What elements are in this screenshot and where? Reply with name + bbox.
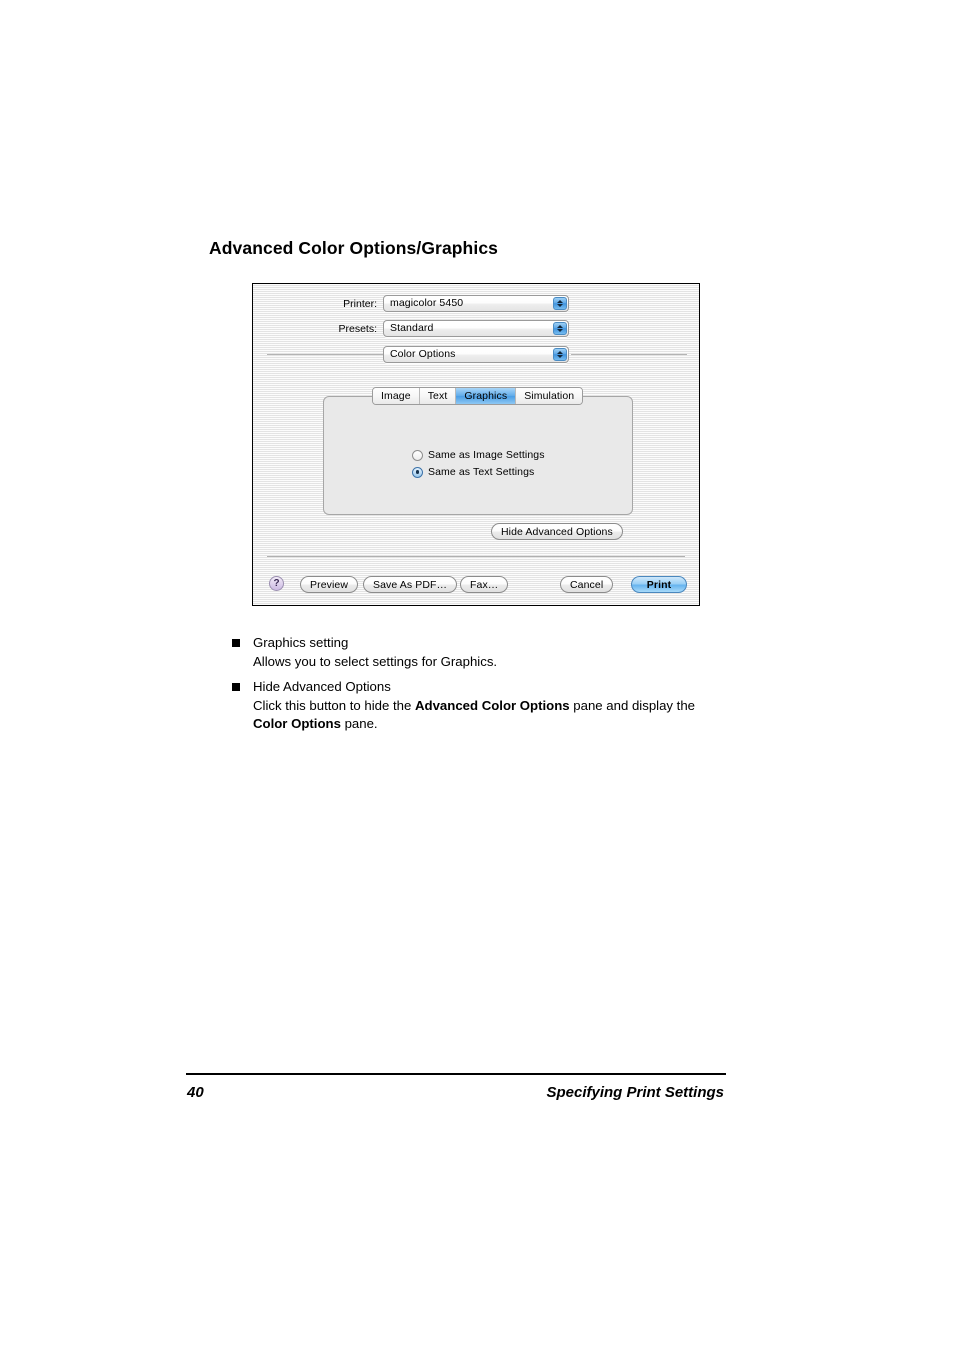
- tab-simulation[interactable]: Simulation: [516, 388, 583, 404]
- footer-separator: [267, 556, 685, 557]
- tab-panel: Same as Image Settings Same as Text Sett…: [323, 396, 633, 515]
- radio-label-same-as-text-settings: Same as Text Settings: [428, 466, 535, 478]
- list-item-title: Graphics setting: [253, 635, 349, 650]
- hide-advanced-options-button[interactable]: Hide Advanced Options: [491, 523, 623, 540]
- body-text: pane.: [340, 716, 378, 731]
- radio-icon-same-as-image-settings[interactable]: [412, 449, 423, 461]
- preview-button[interactable]: Preview: [300, 576, 359, 593]
- pane-separator-right: [571, 354, 687, 355]
- tab-graphics[interactable]: Graphics: [456, 388, 517, 404]
- printer-popup-value: magicolor 5450: [390, 297, 464, 310]
- list-item: Graphics setting Allows you to select se…: [232, 634, 732, 671]
- printer-row: Printer: magicolor 5450: [301, 295, 641, 312]
- chevron-updown-icon[interactable]: [553, 297, 567, 310]
- save-as-pdf-button[interactable]: Save As PDF…: [363, 576, 458, 593]
- help-button[interactable]: ?: [269, 576, 284, 591]
- pane-popup[interactable]: Color Options: [383, 346, 569, 363]
- print-button[interactable]: Print: [631, 576, 687, 593]
- list-item-title: Hide Advanced Options: [253, 679, 391, 694]
- presets-popup-value: Standard: [390, 322, 434, 335]
- radio-row-same-as-text-settings[interactable]: Same as Text Settings: [412, 464, 545, 480]
- body-text-emphasis: Color Options: [253, 716, 341, 731]
- presets-label: Presets:: [338, 322, 377, 335]
- body-text: pane and display the: [569, 697, 696, 713]
- description-list: Graphics setting Allows you to select se…: [232, 634, 732, 741]
- square-bullet-icon: [232, 683, 240, 691]
- square-bullet-icon: [232, 639, 240, 647]
- chevron-updown-icon[interactable]: [553, 348, 567, 361]
- radio-icon-same-as-text-settings[interactable]: [412, 466, 423, 478]
- body-text: Click this button to hide the: [253, 697, 416, 713]
- tab-strip: Image Text Graphics Simulation: [372, 387, 584, 405]
- footer-section-title: Specifying Print Settings: [546, 1084, 724, 1101]
- color-options-tabview: Same as Image Settings Same as Text Sett…: [323, 387, 633, 515]
- pane-row: Color Options: [383, 346, 569, 363]
- graphics-settings-radio-group: Same as Image Settings Same as Text Sett…: [412, 447, 545, 481]
- cancel-button[interactable]: Cancel: [560, 576, 614, 593]
- presets-row: Presets: Standard: [301, 320, 641, 337]
- fax-button[interactable]: Fax…: [460, 576, 509, 593]
- radio-label-same-as-image-settings: Same as Image Settings: [428, 449, 545, 461]
- printer-label: Printer:: [343, 297, 377, 310]
- pane-popup-value: Color Options: [390, 348, 456, 361]
- footer-rule: [186, 1073, 726, 1075]
- body-text: Allows you to select settings for Graphi…: [253, 653, 498, 669]
- presets-popup[interactable]: Standard: [383, 320, 569, 337]
- list-item: Hide Advanced Options Click this button …: [232, 678, 732, 734]
- body-text-emphasis: Advanced Color Options: [415, 697, 570, 713]
- print-dialog-screenshot: Printer: magicolor 5450 Presets: Standar…: [252, 283, 700, 606]
- tab-image[interactable]: Image: [373, 388, 420, 404]
- list-item-body: Allows you to select settings for Graphi…: [253, 653, 732, 672]
- list-item-body: Click this button to hide the Advanced C…: [253, 697, 732, 734]
- radio-row-same-as-image-settings[interactable]: Same as Image Settings: [412, 447, 545, 463]
- page-number: 40: [187, 1084, 204, 1101]
- tab-text[interactable]: Text: [419, 388, 457, 404]
- printer-popup[interactable]: magicolor 5450: [383, 295, 569, 312]
- pane-separator-left: [267, 354, 383, 355]
- chevron-updown-icon[interactable]: [553, 322, 567, 335]
- page-title: Advanced Color Options/Graphics: [209, 238, 498, 258]
